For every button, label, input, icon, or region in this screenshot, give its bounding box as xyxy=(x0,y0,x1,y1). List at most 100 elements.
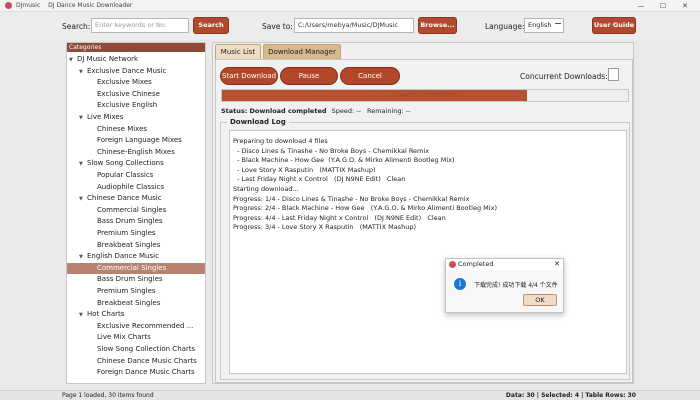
tree-item[interactable]: ▼ Exclusive Dance Music xyxy=(67,66,205,78)
tree-item[interactable]: ▼ English Dance Music xyxy=(67,251,205,263)
tree-item-label: Exclusive Mixes xyxy=(97,78,152,87)
tree-item-label: Chinese Dance Music xyxy=(87,194,162,203)
tab-download-manager[interactable]: Download Manager xyxy=(263,44,341,59)
tree-item[interactable]: Breakbeat Singles xyxy=(67,240,205,252)
dialog-close-icon[interactable]: ✕ xyxy=(554,259,560,270)
dialog-title: Completed xyxy=(458,260,494,268)
main-panel: Music List Download Manager Start Downlo… xyxy=(212,42,634,384)
tree-item[interactable]: Popular Classics xyxy=(67,170,205,182)
tree-item-label: Foreign Dance Music Charts xyxy=(97,368,195,377)
app-logo-icon xyxy=(449,261,456,268)
tree-item-label: Bass Drum Singles xyxy=(97,275,163,284)
tree-item-label: Hot Charts xyxy=(87,310,125,319)
tree-item-label: DJ Music Network xyxy=(77,55,139,63)
tree-item[interactable]: Exclusive Recommended ... xyxy=(67,321,205,333)
log-line: - Black Machine - How Gee (Y.A.G.O. & Mi… xyxy=(233,156,455,165)
pause-download-button[interactable]: Pause Download xyxy=(280,67,338,96)
tree-item[interactable]: Premium Singles xyxy=(67,228,205,240)
language-select[interactable]: English xyxy=(524,18,564,33)
tree-item[interactable]: Bass Drum Singles xyxy=(67,216,205,228)
tree-item-label: Commercial Singles xyxy=(97,205,167,214)
tree-item[interactable]: Premium Singles xyxy=(67,286,205,298)
tree-item-label: Popular Classics xyxy=(97,171,154,179)
cancel-download-button[interactable]: Cancel Download xyxy=(340,67,400,96)
maximize-icon[interactable]: ☐ xyxy=(652,2,674,10)
dropdown-icon xyxy=(555,23,561,28)
app-name: DJmusic xyxy=(16,2,41,9)
download-progress-bar: Download completed xyxy=(221,89,629,102)
tree-item[interactable]: Chinese Dance Music Charts xyxy=(67,356,205,368)
tree-item-label: Bass Drum Singles xyxy=(97,217,163,226)
close-icon[interactable]: ✕ xyxy=(674,2,696,10)
tab-music-list[interactable]: Music List xyxy=(215,44,261,59)
tree-item-label: Slow Song Collections xyxy=(87,159,164,168)
log-line: Progress: 4/4 - Last Friday Night x Cont… xyxy=(233,213,446,222)
tree-item-label: Breakbeat Singles xyxy=(97,240,161,249)
tree-item[interactable]: ▼ Hot Charts xyxy=(67,309,205,321)
tree-item[interactable]: Chinese Mixes xyxy=(67,124,205,136)
tree-item[interactable]: ▼ Slow Song Collections xyxy=(67,158,205,170)
log-line: Progress: 1/4 - Disco Lines & Tinashe - … xyxy=(233,194,470,203)
tree-item[interactable]: ▼ Live Mixes xyxy=(67,112,205,124)
status-line: Status: Download completed Speed: -- Rem… xyxy=(221,107,410,115)
tree-item-label: Live Mix Charts xyxy=(97,333,151,342)
minimize-icon[interactable]: — xyxy=(630,2,652,10)
search-input[interactable]: Enter keywords or No. xyxy=(91,18,189,33)
tree-item[interactable]: Commercial Singles xyxy=(67,205,205,217)
concurrent-downloads-stepper[interactable] xyxy=(608,68,619,81)
tree-item[interactable]: Slow Song Collection Charts xyxy=(67,344,205,356)
dialog-title-bar: Completed ✕ xyxy=(446,259,563,270)
tree-item[interactable]: Foreign Language Mixes xyxy=(67,135,205,147)
tree-item-label: Exclusive Recommended ... xyxy=(97,321,194,330)
status-bar: Page 1 loaded, 30 items found Data: 30 |… xyxy=(0,390,700,400)
tree-item-label: Premium Singles xyxy=(97,229,156,237)
download-log[interactable]: Preparing to download 4 files - Disco Li… xyxy=(229,130,627,374)
user-guide-button[interactable]: User Guide xyxy=(592,17,636,34)
search-label: Search: xyxy=(62,22,91,31)
tree-item-label: Chinese-English Mixes xyxy=(97,147,175,156)
concurrent-downloads-label: Concurrent Downloads: xyxy=(520,72,608,81)
tree-item[interactable]: Foreign Dance Music Charts xyxy=(67,367,205,379)
tree-item-label: English Dance Music xyxy=(87,252,159,261)
tree-item[interactable]: Bass Drum Singles xyxy=(67,274,205,286)
download-log-group: Download Log Preparing to download 4 fil… xyxy=(220,118,630,380)
tree-item-label: Audiophile Classics xyxy=(97,182,165,191)
tree-item-label: Chinese Mixes xyxy=(97,124,148,133)
status-right: Data: 30 | Selected: 4 | Table Rows: 30 xyxy=(505,392,636,399)
tree-item-label: Live Mixes xyxy=(87,113,124,121)
tree-item[interactable]: Chinese-English Mixes xyxy=(67,147,205,159)
tree-item[interactable]: Exclusive English xyxy=(67,100,205,112)
completed-dialog: Completed ✕ i 下载完成! 成功下载 4/4 个文件 OK xyxy=(445,258,564,313)
ok-button[interactable]: OK xyxy=(523,294,557,306)
speed-text: Speed: -- xyxy=(331,107,361,115)
dialog-message: 下载完成! 成功下载 4/4 个文件 xyxy=(474,282,558,289)
log-line: - Last Friday Night x Control (DJ N9NE E… xyxy=(233,175,406,184)
tree-item[interactable]: Exclusive Mixes xyxy=(67,77,205,89)
tree-item-label: Exclusive English xyxy=(97,101,158,110)
tree-item[interactable]: Breakbeat Singles xyxy=(67,298,205,310)
tree-item[interactable]: ▼ DJ Music Network xyxy=(67,54,205,66)
tree-item[interactable]: Live Mix Charts xyxy=(67,332,205,344)
tree-item[interactable]: Audiophile Classics xyxy=(67,182,205,194)
tree-item-label: Premium Singles xyxy=(97,287,156,295)
status-prefix: Status: xyxy=(221,107,248,115)
categories-panel: Categories ▼ DJ Music Network ▼ Exclusive D… xyxy=(66,42,206,384)
tree-item[interactable]: ▼ Chinese Dance Music xyxy=(67,193,205,205)
tree-item-label: Breakbeat Singles xyxy=(97,298,161,307)
tree-item[interactable]: Exclusive Chinese xyxy=(67,89,205,101)
tree-item[interactable]: Commercial Singles xyxy=(67,262,205,275)
tree-item-label: Slow Song Collection Charts xyxy=(97,345,196,353)
status-left: Page 1 loaded, 30 items found xyxy=(62,392,154,399)
log-line: Progress: 3/4 - Love Story X Rasputin (M… xyxy=(233,223,416,232)
language-label: Language: xyxy=(485,22,525,31)
log-line: - Disco Lines & Tinashe - No Broke Boys … xyxy=(233,146,430,155)
browse-button[interactable]: Browse... xyxy=(418,17,457,34)
save-path-field[interactable]: C:/Users/mebya/Music/DJMusic xyxy=(294,18,414,33)
title-bar: DJmusic DJ Dance Music Downloader — ☐ ✕ xyxy=(0,0,700,12)
search-button[interactable]: Search xyxy=(193,17,229,34)
log-line: Preparing to download 4 files xyxy=(233,137,328,145)
tree-item-label: Exclusive Dance Music xyxy=(87,66,167,75)
tree-item-label: Exclusive Chinese xyxy=(97,89,160,98)
save-to-label: Save to: xyxy=(262,22,293,31)
start-download-button[interactable]: Start Download xyxy=(220,67,278,85)
